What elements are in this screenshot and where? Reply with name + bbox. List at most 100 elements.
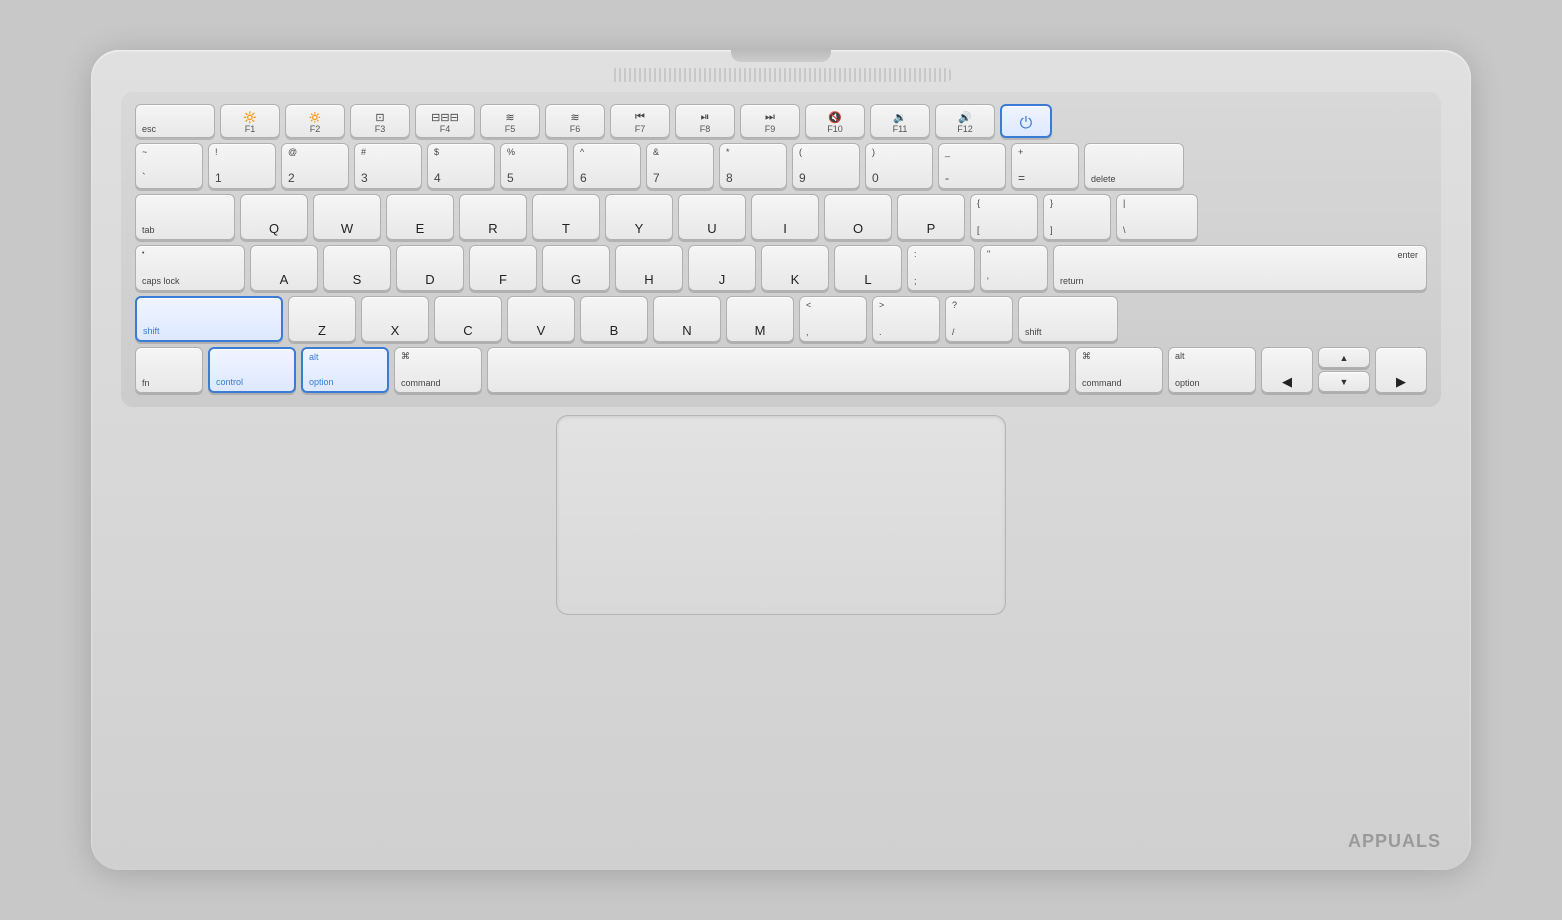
key-p[interactable]: P <box>897 194 965 240</box>
key-r[interactable]: R <box>459 194 527 240</box>
key-f7[interactable]: ⏮ F7 <box>610 104 670 138</box>
key-w[interactable]: W <box>313 194 381 240</box>
f6-label: F6 <box>552 124 598 134</box>
f6-icon: ≋ <box>552 111 598 124</box>
key-caps-lock[interactable]: • caps lock <box>135 245 245 291</box>
key-semicolon[interactable]: : ; <box>907 245 975 291</box>
key-f9[interactable]: ⏭ F9 <box>740 104 800 138</box>
key-e[interactable]: E <box>386 194 454 240</box>
key-power[interactable]: ⏻ <box>1000 104 1052 138</box>
key-9[interactable]: ( 9 <box>792 143 860 189</box>
key-delete[interactable]: delete <box>1084 143 1184 189</box>
key-f[interactable]: F <box>469 245 537 291</box>
key-1[interactable]: ! 1 <box>208 143 276 189</box>
zxcv-key-row: shift Z X C V B N M < , > . ? / shift <box>135 296 1427 342</box>
key-f1[interactable]: 🔆 F1 <box>220 104 280 138</box>
esc-label: esc <box>142 125 156 134</box>
key-z[interactable]: Z <box>288 296 356 342</box>
key-k[interactable]: K <box>761 245 829 291</box>
key-f2[interactable]: 🔅 F2 <box>285 104 345 138</box>
f1-label: F1 <box>227 124 273 134</box>
key-i[interactable]: I <box>751 194 819 240</box>
key-slash[interactable]: ? / <box>945 296 1013 342</box>
key-f3[interactable]: ⊡ F3 <box>350 104 410 138</box>
key-bracket-open[interactable]: { [ <box>970 194 1038 240</box>
key-tilde[interactable]: ~ ` <box>135 143 203 189</box>
shift-label: shift <box>143 327 160 336</box>
arrow-ud-stack: ▲ ▼ <box>1318 347 1370 393</box>
key-bracket-close[interactable]: } ] <box>1043 194 1111 240</box>
key-2[interactable]: @ 2 <box>281 143 349 189</box>
key-period[interactable]: > . <box>872 296 940 342</box>
key-5[interactable]: % 5 <box>500 143 568 189</box>
key-l[interactable]: L <box>834 245 902 291</box>
key-shift-right[interactable]: shift <box>1018 296 1118 342</box>
key-equals[interactable]: + = <box>1011 143 1079 189</box>
key-esc[interactable]: esc <box>135 104 215 138</box>
key-arrow-right[interactable]: ▶ <box>1375 347 1427 393</box>
key-4[interactable]: $ 4 <box>427 143 495 189</box>
key-0[interactable]: ) 0 <box>865 143 933 189</box>
hinge-notch <box>731 50 831 62</box>
key-enter[interactable]: enter return <box>1053 245 1427 291</box>
key-arrow-left[interactable]: ◀ <box>1261 347 1313 393</box>
f11-icon: 🔉 <box>877 111 923 124</box>
key-n[interactable]: N <box>653 296 721 342</box>
f10-icon: 🔇 <box>812 111 858 124</box>
fn-key-row: esc 🔆 F1 🔅 F2 ⊡ F3 ⊟⊟⊟ F4 ≋ F5 <box>135 104 1427 138</box>
key-q[interactable]: Q <box>240 194 308 240</box>
key-6[interactable]: ^ 6 <box>573 143 641 189</box>
key-f11[interactable]: 🔉 F11 <box>870 104 930 138</box>
key-s[interactable]: S <box>323 245 391 291</box>
key-f10[interactable]: 🔇 F10 <box>805 104 865 138</box>
key-fn[interactable]: fn <box>135 347 203 393</box>
f3-label: F3 <box>357 124 403 134</box>
key-arrow-down[interactable]: ▼ <box>1318 371 1370 392</box>
key-8[interactable]: * 8 <box>719 143 787 189</box>
number-key-row: ~ ` ! 1 @ 2 # 3 $ 4 % 5 <box>135 143 1427 189</box>
key-t[interactable]: T <box>532 194 600 240</box>
key-y[interactable]: Y <box>605 194 673 240</box>
key-option-left[interactable]: alt option <box>301 347 389 393</box>
f10-label: F10 <box>812 124 858 134</box>
f4-label: F4 <box>422 124 468 134</box>
key-a[interactable]: A <box>250 245 318 291</box>
key-f4[interactable]: ⊟⊟⊟ F4 <box>415 104 475 138</box>
key-backslash[interactable]: | \ <box>1116 194 1198 240</box>
key-h[interactable]: H <box>615 245 683 291</box>
key-command-left[interactable]: ⌘ command <box>394 347 482 393</box>
key-space[interactable] <box>487 347 1070 393</box>
key-option-right[interactable]: alt option <box>1168 347 1256 393</box>
key-shift-left[interactable]: shift <box>135 296 283 342</box>
key-b[interactable]: B <box>580 296 648 342</box>
key-3[interactable]: # 3 <box>354 143 422 189</box>
f2-icon: 🔅 <box>292 111 338 124</box>
hinge-area <box>121 68 1441 82</box>
key-command-right[interactable]: ⌘ command <box>1075 347 1163 393</box>
f7-label: F7 <box>617 124 663 134</box>
key-control[interactable]: control <box>208 347 296 393</box>
key-v[interactable]: V <box>507 296 575 342</box>
laptop-body: esc 🔆 F1 🔅 F2 ⊡ F3 ⊟⊟⊟ F4 ≋ F5 <box>91 50 1471 870</box>
key-f8[interactable]: ⏯ F8 <box>675 104 735 138</box>
key-x[interactable]: X <box>361 296 429 342</box>
key-quote[interactable]: " ' <box>980 245 1048 291</box>
key-comma[interactable]: < , <box>799 296 867 342</box>
key-d[interactable]: D <box>396 245 464 291</box>
key-g[interactable]: G <box>542 245 610 291</box>
key-f5[interactable]: ≋ F5 <box>480 104 540 138</box>
key-tab[interactable]: tab <box>135 194 235 240</box>
f9-icon: ⏭ <box>747 111 793 124</box>
key-u[interactable]: U <box>678 194 746 240</box>
power-icon: ⏻ <box>1008 115 1044 133</box>
key-7[interactable]: & 7 <box>646 143 714 189</box>
key-f6[interactable]: ≋ F6 <box>545 104 605 138</box>
key-m[interactable]: M <box>726 296 794 342</box>
key-minus[interactable]: _ - <box>938 143 1006 189</box>
touchpad[interactable] <box>556 415 1006 615</box>
key-arrow-up[interactable]: ▲ <box>1318 347 1370 368</box>
key-o[interactable]: O <box>824 194 892 240</box>
key-j[interactable]: J <box>688 245 756 291</box>
key-c[interactable]: C <box>434 296 502 342</box>
key-f12[interactable]: 🔊 F12 <box>935 104 995 138</box>
